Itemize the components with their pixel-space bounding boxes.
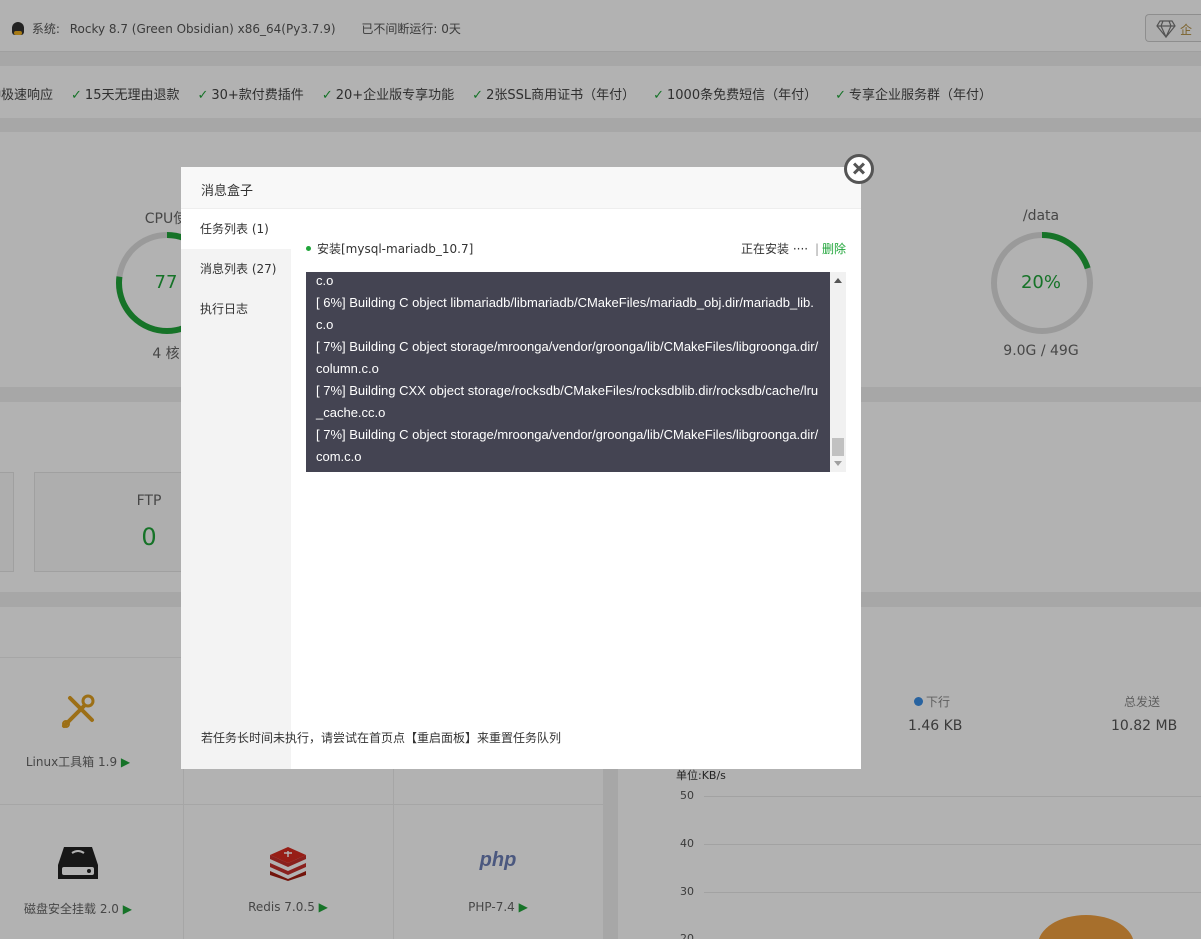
separator: | [814,242,819,256]
log-line: [ 6%] Building C object libmariadb/libma… [316,295,814,332]
dialog-title: 消息盒子 [201,184,254,199]
log-lines: c.o [ 6%] Building C object libmariadb/li… [316,272,821,468]
dialog-header: 消息盒子 [181,167,861,209]
message-box-dialog: 消息盒子 任务列表 (1) 消息列表 (27) 执行日志 安装[mysql-ma… [181,167,861,769]
log-line: [ 7%] Building C object storage/mroonga/… [316,427,819,464]
close-icon[interactable] [844,154,874,184]
log-scrollbar[interactable] [830,272,846,472]
tab-task-list[interactable]: 任务列表 (1) [181,209,291,249]
scroll-down-arrow[interactable] [834,461,842,466]
tab-message-list[interactable]: 消息列表 (27) [181,249,291,289]
status-dot [306,246,311,251]
task-item: 安装[mysql-mariadb_10.7] 正在安装 ···· | 删除 [306,240,846,258]
delete-task-link[interactable]: 删除 [822,242,846,256]
tab-execution-log[interactable]: 执行日志 [181,289,291,329]
task-name: 安装[mysql-mariadb_10.7] [317,242,474,256]
dialog-sidebar: 任务列表 (1) 消息列表 (27) 执行日志 [181,209,291,769]
scroll-thumb[interactable] [832,438,844,456]
task-status: 正在安装 ···· [741,242,809,256]
scroll-up-arrow[interactable] [834,278,842,283]
log-line: c.o [316,273,334,288]
install-log-console[interactable]: c.o [ 6%] Building C object libmariadb/li… [306,272,846,472]
task-hint: 若任务长时间未执行，请尝试在首页点【重启面板】来重置任务队列 [201,731,562,745]
log-line: [ 7%] Building CXX object storage/rocksd… [316,383,819,420]
dialog-content: 安装[mysql-mariadb_10.7] 正在安装 ···· | 删除 c.o… [291,209,861,769]
log-line: [ 7%] Building C object storage/mroonga/… [316,339,819,376]
